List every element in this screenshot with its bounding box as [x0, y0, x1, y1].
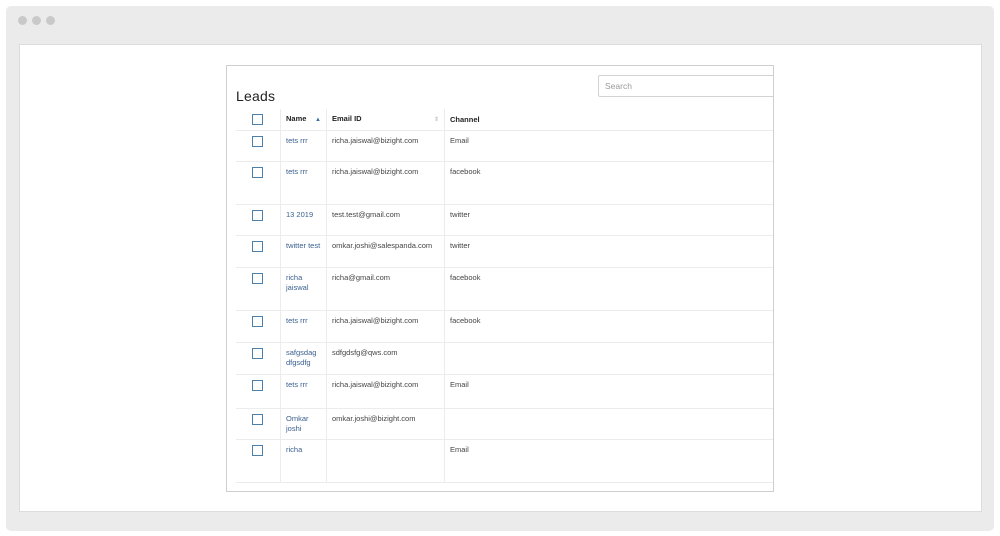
- column-header-email-label: Email ID: [332, 114, 362, 123]
- lead-channel-cell: Email: [444, 439, 773, 483]
- window-dot-icon: [32, 16, 41, 25]
- lead-email-cell: richa.jaiswal@bizight.com: [326, 310, 445, 343]
- browser-window: Leads Name ▲ Email ID ⇕: [6, 6, 994, 531]
- row-checkbox[interactable]: [252, 348, 263, 359]
- lead-name-link[interactable]: safgsdag dfgsdfg: [286, 348, 316, 367]
- leads-panel: Leads Name ▲ Email ID ⇕: [226, 65, 774, 492]
- lead-name-link[interactable]: tets rrr: [286, 167, 308, 176]
- lead-email-cell: omkar.joshi@salespanda.com: [326, 235, 445, 268]
- row-checkbox[interactable]: [252, 316, 263, 327]
- row-select-cell: [236, 439, 281, 483]
- table-row[interactable]: tets rrr richa.jaiswal@bizight.com Email: [236, 374, 773, 409]
- row-checkbox[interactable]: [252, 136, 263, 147]
- lead-email-cell: richa.jaiswal@bizight.com: [326, 161, 445, 205]
- row-checkbox[interactable]: [252, 210, 263, 221]
- lead-email-cell: richa@gmail.com: [326, 267, 445, 311]
- row-select-cell: [236, 374, 281, 409]
- column-header-channel: Channel: [444, 109, 773, 131]
- row-checkbox[interactable]: [252, 241, 263, 252]
- row-checkbox[interactable]: [252, 167, 263, 178]
- table-row[interactable]: Omkar joshi omkar.joshi@bizight.com: [236, 408, 773, 440]
- table-row[interactable]: tets rrr richa.jaiswal@bizight.com faceboo…: [236, 310, 773, 343]
- lead-channel-cell: facebook: [444, 310, 773, 343]
- lead-name-link[interactable]: tets rrr: [286, 136, 308, 145]
- lead-email-cell: richa.jaiswal@bizight.com: [326, 130, 445, 162]
- row-checkbox[interactable]: [252, 380, 263, 391]
- lead-channel-cell: twitter: [444, 204, 773, 236]
- lead-name-cell: richa: [280, 439, 327, 483]
- column-header-channel-label: Channel: [450, 114, 480, 124]
- lead-name-cell: twitter test: [280, 235, 327, 268]
- table-row[interactable]: richa Email: [236, 439, 773, 483]
- lead-channel-cell: [444, 408, 773, 440]
- lead-email-cell: omkar.joshi@bizight.com: [326, 408, 445, 440]
- lead-name-link[interactable]: richa: [286, 445, 302, 454]
- browser-viewport: Leads Name ▲ Email ID ⇕: [19, 44, 982, 512]
- sort-ascending-icon[interactable]: ▲: [315, 115, 321, 125]
- table-row[interactable]: tets rrr richa.jaiswal@bizight.com faceboo…: [236, 161, 773, 205]
- window-controls: [18, 16, 55, 25]
- lead-name-cell: tets rrr: [280, 130, 327, 162]
- row-checkbox[interactable]: [252, 414, 263, 425]
- table-row[interactable]: safgsdag dfgsdfg sdfgdsfg@qws.com: [236, 342, 773, 375]
- lead-email-cell: richa.jaiswal@bizight.com: [326, 374, 445, 409]
- lead-name-cell: richa jaiswal: [280, 267, 327, 311]
- table-row[interactable]: tets rrr richa.jaiswal@bizight.com Email: [236, 130, 773, 162]
- row-select-cell: [236, 267, 281, 311]
- row-select-cell: [236, 408, 281, 440]
- lead-name-cell: tets rrr: [280, 161, 327, 205]
- row-select-cell: [236, 310, 281, 343]
- lead-name-cell: safgsdag dfgsdfg: [280, 342, 327, 375]
- leads-table: Name ▲ Email ID ⇕ Channel tets rrr richa.…: [236, 109, 773, 483]
- search-input[interactable]: [598, 75, 773, 97]
- row-select-cell: [236, 235, 281, 268]
- row-checkbox[interactable]: [252, 273, 263, 284]
- row-select-cell: [236, 204, 281, 236]
- column-header-name-label: Name: [286, 114, 307, 123]
- column-header-email[interactable]: Email ID ⇕: [326, 109, 445, 131]
- lead-name-cell: tets rrr: [280, 310, 327, 343]
- lead-name-link[interactable]: richa jaiswal: [286, 273, 309, 292]
- lead-channel-cell: twitter: [444, 235, 773, 268]
- window-dot-icon: [46, 16, 55, 25]
- lead-name-cell: 13 2019: [280, 204, 327, 236]
- row-select-cell: [236, 342, 281, 375]
- lead-channel-cell: Email: [444, 374, 773, 409]
- sort-icon[interactable]: ⇕: [434, 115, 439, 125]
- row-select-cell: [236, 130, 281, 162]
- select-all-checkbox[interactable]: [252, 114, 263, 125]
- window-dot-icon: [18, 16, 27, 25]
- lead-name-link[interactable]: twitter test: [286, 241, 320, 250]
- table-row[interactable]: twitter test omkar.joshi@salespanda.com tw…: [236, 235, 773, 268]
- lead-channel-cell: facebook: [444, 267, 773, 311]
- lead-name-link[interactable]: tets rrr: [286, 316, 308, 325]
- table-header-row: Name ▲ Email ID ⇕ Channel: [236, 109, 773, 131]
- page-title: Leads: [236, 88, 276, 104]
- lead-channel-cell: [444, 342, 773, 375]
- lead-email-cell: test.test@gmail.com: [326, 204, 445, 236]
- select-all-header: [236, 109, 281, 131]
- column-header-name[interactable]: Name ▲: [280, 109, 327, 131]
- lead-name-cell: tets rrr: [280, 374, 327, 409]
- table-row[interactable]: 13 2019 test.test@gmail.com twitter: [236, 204, 773, 236]
- lead-channel-cell: facebook: [444, 161, 773, 205]
- row-checkbox[interactable]: [252, 445, 263, 456]
- table-row[interactable]: richa jaiswal richa@gmail.com facebook: [236, 267, 773, 311]
- lead-name-link[interactable]: Omkar joshi: [286, 414, 309, 433]
- lead-email-cell: [326, 439, 445, 483]
- lead-name-cell: Omkar joshi: [280, 408, 327, 440]
- lead-channel-cell: Email: [444, 130, 773, 162]
- row-select-cell: [236, 161, 281, 205]
- lead-email-cell: sdfgdsfg@qws.com: [326, 342, 445, 375]
- lead-name-link[interactable]: tets rrr: [286, 380, 308, 389]
- lead-name-link[interactable]: 13 2019: [286, 210, 313, 219]
